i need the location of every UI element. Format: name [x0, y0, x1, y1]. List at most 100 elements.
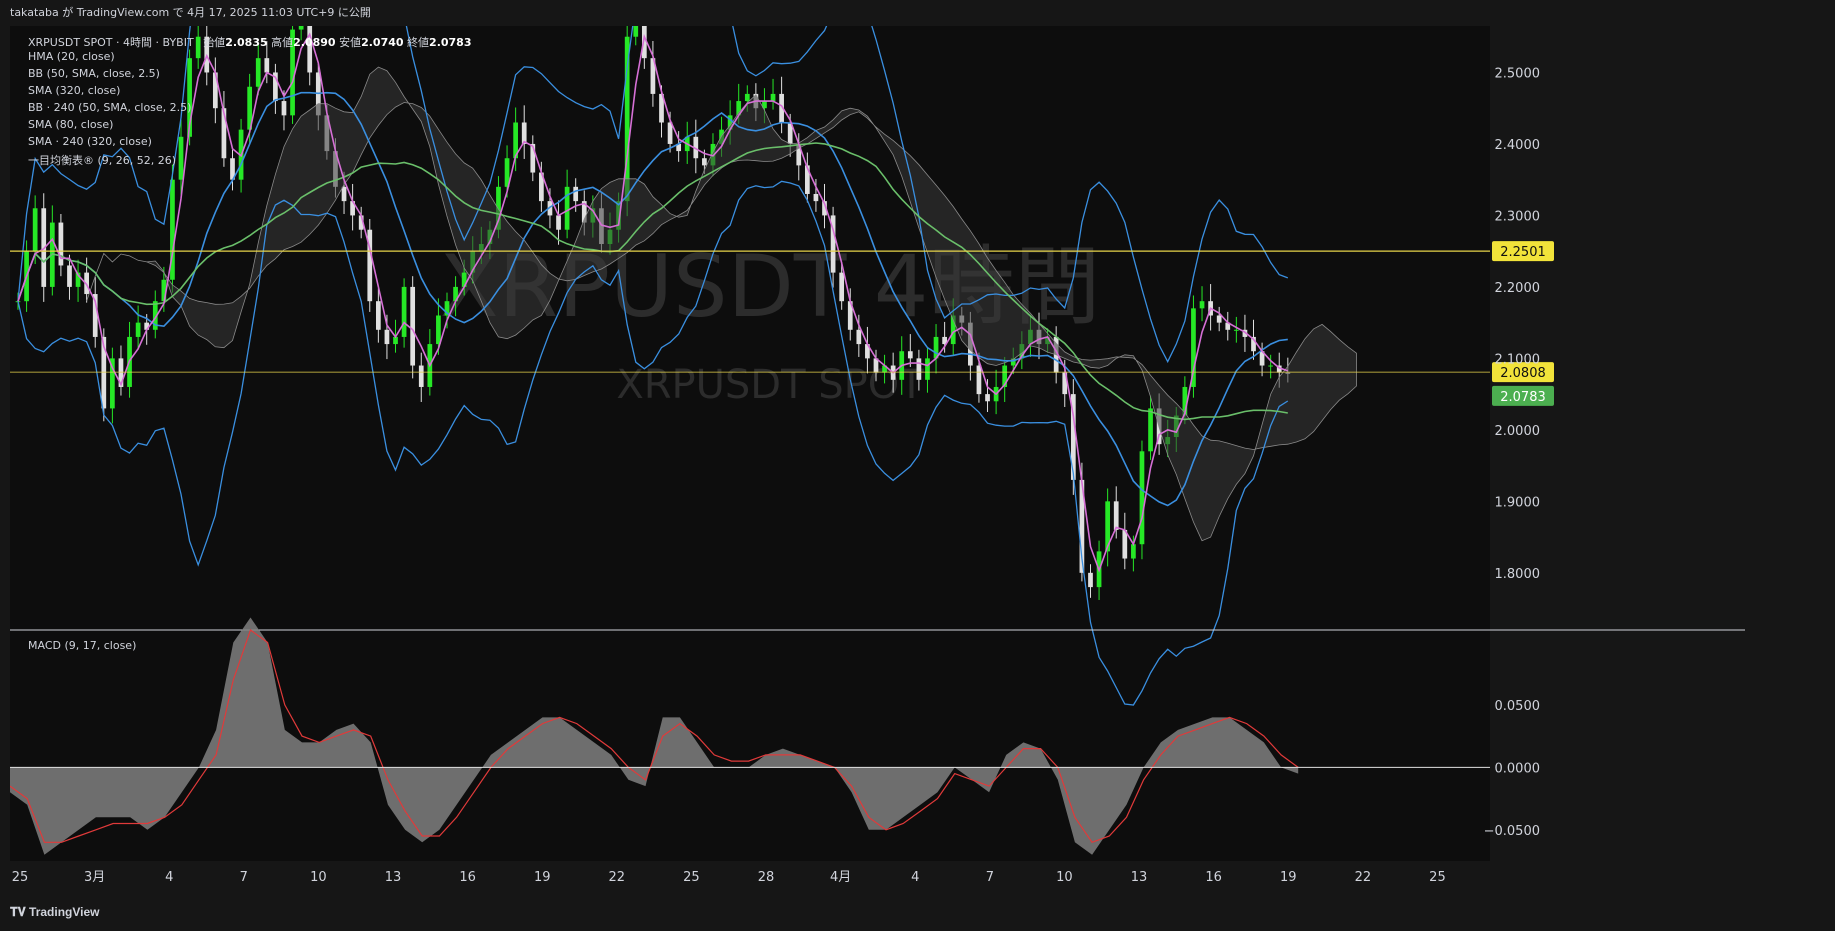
candle-body: [1139, 451, 1145, 545]
candle-body: [436, 315, 441, 345]
candle-body: [985, 394, 990, 402]
candle-body: [770, 93, 776, 102]
legend-low-label: 安値: [339, 36, 362, 49]
price-tick-label: 2.4000: [1495, 138, 1541, 153]
macd-tick-label: −0.0500: [1484, 824, 1540, 839]
tradingview-logo[interactable]: 𝐓𝐕 TradingView: [10, 905, 100, 920]
candle-body: [255, 58, 261, 87]
candle-body: [1216, 315, 1222, 323]
legend-open: 2.0835: [225, 36, 268, 49]
candle-body: [178, 136, 184, 180]
candle-body: [375, 301, 381, 330]
candle-body: [1199, 301, 1205, 309]
footer: [0, 896, 1835, 931]
candle-body: [573, 186, 579, 202]
legend-high: 2.0890: [293, 36, 336, 49]
candle-body: [418, 365, 424, 387]
time-tick-label: 13: [385, 870, 402, 885]
time-tick-label: 16: [1205, 870, 1222, 885]
candle-body: [813, 193, 819, 202]
candle-body: [401, 286, 407, 337]
candle-body: [667, 122, 673, 144]
price-tick-label: 2.1000: [1495, 352, 1541, 367]
legend-indicator[interactable]: HMA (20, close): [28, 50, 115, 63]
candle-body: [1131, 544, 1136, 559]
chart-area[interactable]: XRPUSDT 4時間 XRPUSDT SPOT 2.2501 2.0808 2.078…: [10, 26, 1745, 896]
candle-body: [916, 358, 922, 380]
price-tick-label: 2.5000: [1495, 66, 1541, 81]
candle-body: [384, 329, 390, 345]
time-tick-label: 7: [240, 870, 248, 885]
last-price-tag-text: 2.0783: [1500, 390, 1546, 405]
time-tick-label: 16: [459, 870, 476, 885]
legend-indicator[interactable]: SMA (80, close): [28, 118, 113, 131]
time-tick-label: 22: [609, 870, 626, 885]
price-tick-label: 1.9000: [1495, 495, 1541, 510]
candle-body: [564, 186, 570, 230]
candle-body: [410, 286, 416, 366]
legend-symbol-line: XRPUSDT SPOT · 4時間 · BYBIT 始値2.0835 高値2.…: [28, 34, 472, 50]
time-tick-label: 19: [1280, 870, 1297, 885]
chart-svg[interactable]: XRPUSDT 4時間XRPUSDT SPOT2.25012.08082.078…: [10, 26, 1745, 896]
legend-high-label: 高値: [271, 36, 294, 49]
candle-body: [1148, 408, 1153, 452]
candle-body: [32, 208, 38, 252]
candle-body: [976, 365, 982, 395]
candle-body: [633, 26, 639, 37]
time-tick-label: 25: [683, 870, 700, 885]
time-tick-label: 13: [1131, 870, 1148, 885]
time-tick-label: 4: [911, 870, 919, 885]
candle-body: [298, 26, 304, 30]
time-tick-label: 19: [534, 870, 551, 885]
time-tick-label: 4: [165, 870, 173, 885]
legend-macd[interactable]: MACD (9, 17, close): [28, 639, 136, 652]
time-tick-label: 10: [1056, 870, 1073, 885]
candle-body: [839, 272, 845, 302]
macd-tick-label: 0.0000: [1495, 761, 1541, 776]
candle-body: [1233, 329, 1239, 331]
legend-open-label: 始値: [203, 36, 226, 49]
candle-body: [264, 58, 270, 73]
candle-body: [744, 93, 750, 102]
price-tick-label: 1.8000: [1495, 567, 1541, 582]
legend-symbol: XRPUSDT SPOT · 4時間 · BYBIT: [28, 36, 194, 49]
macd-histogram-area: [10, 617, 1299, 855]
time-tick-label: 10: [310, 870, 327, 885]
time-tick-label: 25: [12, 870, 29, 885]
legend-indicator[interactable]: SMA · 240 (320, close): [28, 135, 152, 148]
candle-body: [702, 158, 707, 166]
candle-body: [341, 186, 347, 202]
tv-brand: TradingView: [29, 905, 100, 919]
time-tick-label: 7: [986, 870, 994, 885]
legend-close-label: 終値: [407, 36, 430, 49]
tv-logo-icon: 𝐓𝐕: [10, 905, 26, 919]
candle-body: [556, 215, 561, 230]
candle-body: [907, 351, 913, 359]
macd-tick-label: 0.0500: [1495, 699, 1541, 714]
time-tick-label: 22: [1355, 870, 1372, 885]
time-tick-label: 28: [758, 870, 775, 885]
candle-body: [856, 329, 862, 345]
time-tick-label: 3月: [84, 870, 105, 885]
time-axis-bg: [10, 861, 1745, 896]
legend-close: 2.0783: [429, 36, 472, 49]
level-price-tag-text: 2.0808: [1500, 366, 1546, 381]
candle-body: [1268, 365, 1274, 367]
candle-body: [67, 265, 72, 287]
time-tick-label: 4月: [830, 870, 851, 885]
candle-body: [1088, 572, 1093, 588]
candle-body: [1122, 529, 1128, 559]
publish-header: takataba が TradingView.com で 4月 17, 2025…: [0, 0, 1835, 26]
candle-body: [135, 322, 141, 337]
price-tick-label: 2.3000: [1495, 209, 1541, 224]
legend-indicator[interactable]: 一目均衡表® (9, 26, 52, 26): [28, 152, 176, 168]
legend-indicator[interactable]: BB · 240 (50, SMA, close, 2.5): [28, 101, 191, 114]
legend-indicator[interactable]: SMA (320, close): [28, 84, 120, 97]
legend-low: 2.0740: [361, 36, 404, 49]
publish-text: takataba が TradingView.com で 4月 17, 2025…: [10, 6, 371, 19]
time-tick-label: 25: [1429, 870, 1446, 885]
legend-indicator[interactable]: BB (50, SMA, close, 2.5): [28, 67, 160, 80]
price-tick-label: 2.0000: [1495, 424, 1541, 439]
level-price-tag-text: 2.2501: [1500, 245, 1546, 260]
candle-body: [281, 101, 287, 116]
